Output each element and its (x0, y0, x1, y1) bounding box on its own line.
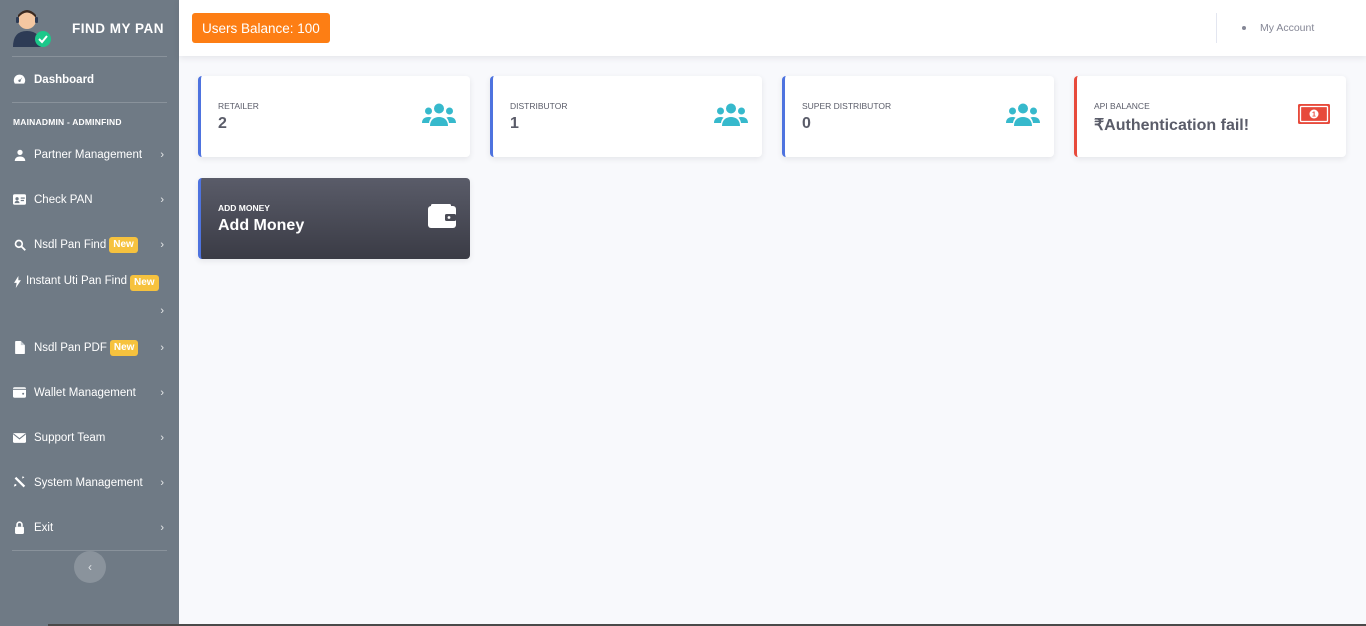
sidebar-item-nsdl-pan-find[interactable]: Nsdl Pan Find New › (0, 222, 179, 267)
bolt-icon (13, 275, 21, 288)
topbar: Users Balance: 100 My Account (179, 0, 1366, 56)
my-account-label: My Account (1260, 22, 1315, 34)
sidebar-item-dashboard[interactable]: Dashboard (0, 57, 179, 102)
users-balance-button[interactable]: Users Balance: 100 (192, 13, 330, 43)
card-distributor[interactable]: DISTRIBUTOR 1 (490, 76, 762, 157)
sidebar-item-label: Dashboard (34, 73, 95, 86)
card-retailer[interactable]: RETAILER 2 (198, 76, 470, 157)
sidebar-item-label: Instant Uti Pan Find (26, 275, 127, 287)
sidebar-item-exit[interactable]: Exit › (0, 505, 179, 550)
envelope-icon (13, 431, 26, 444)
sidebar-item-label: Exit (34, 521, 54, 534)
chevron-right-icon: › (160, 238, 164, 251)
card-value: Add Money (218, 217, 305, 234)
chevron-right-icon: › (160, 193, 164, 206)
sidebar-item-label: Check PAN (34, 193, 93, 206)
users-icon (714, 102, 748, 131)
sidebar-item-check-pan[interactable]: Check PAN › (0, 177, 179, 222)
money-bill-icon: 1 (1298, 104, 1330, 129)
card-label: DISTRIBUTOR (510, 101, 568, 111)
sidebar-item-partner-management[interactable]: Partner Management › (0, 132, 179, 177)
tachometer-icon (13, 73, 26, 86)
bullet-icon (1242, 26, 1246, 30)
chevron-right-icon: › (160, 386, 164, 399)
chevron-left-icon: ‹ (88, 560, 92, 574)
sidebar: FIND MY PAN Dashboard MAINADMIN - ADMINF… (0, 0, 179, 626)
sidebar-item-nsdl-pan-pdf[interactable]: Nsdl Pan PDF New › (0, 325, 179, 370)
new-badge: New (130, 275, 159, 291)
sidebar-item-label: Support Team (34, 431, 106, 444)
card-label: ADD MONEY (218, 203, 270, 213)
card-value: 2 (218, 115, 227, 132)
sidebar-item-label: Nsdl Pan Find (34, 238, 107, 251)
new-badge: New (109, 339, 139, 356)
card-super-distributor[interactable]: SUPER DISTRIBUTOR 0 (782, 76, 1054, 157)
search-icon (13, 238, 26, 251)
svg-text:1: 1 (1312, 112, 1316, 119)
sidebar-item-wallet-management[interactable]: Wallet Management › (0, 370, 179, 415)
sidebar-heading: MAINADMIN - ADMINFIND (13, 117, 122, 127)
chevron-right-icon: › (160, 521, 164, 534)
chevron-right-icon: › (160, 431, 164, 444)
card-add-money[interactable]: ADD MONEY Add Money (198, 178, 470, 259)
sidebar-toggle-button[interactable]: ‹ (74, 551, 106, 583)
chevron-right-icon: › (160, 341, 164, 354)
wallet-icon (13, 386, 26, 399)
new-badge: New (109, 236, 138, 253)
user-icon (13, 148, 26, 161)
sidebar-item-instant-uti-pan-find[interactable]: Instant Uti Pan Find New › (0, 267, 179, 325)
chevron-right-icon: › (160, 476, 164, 489)
lock-icon (13, 521, 26, 534)
card-label: SUPER DISTRIBUTOR (802, 101, 892, 111)
card-value: ₹Authentication fail! (1094, 117, 1250, 134)
card-value: 0 (802, 115, 811, 132)
chevron-right-icon: › (160, 305, 164, 317)
tools-icon (13, 476, 26, 489)
file-icon (13, 341, 26, 354)
wallet-icon (428, 204, 456, 233)
sidebar-item-label: Nsdl Pan PDF (34, 341, 107, 354)
sidebar-item-label: Partner Management (34, 148, 143, 161)
chevron-right-icon: › (160, 148, 164, 161)
card-label: API BALANCE (1094, 101, 1150, 111)
id-card-icon (13, 193, 26, 206)
sidebar-item-label: System Management (34, 476, 143, 489)
sidebar-item-label: Wallet Management (34, 386, 136, 399)
topbar-divider (1216, 13, 1217, 43)
card-api-balance[interactable]: API BALANCE ₹Authentication fail! 1 (1074, 76, 1346, 157)
card-value: 1 (510, 115, 519, 132)
sidebar-item-system-management[interactable]: System Management › (0, 460, 179, 505)
users-icon (1006, 102, 1040, 131)
brand[interactable]: FIND MY PAN (0, 0, 179, 56)
my-account-menu[interactable]: My Account (1242, 0, 1314, 56)
users-icon (422, 102, 456, 131)
card-label: RETAILER (218, 101, 259, 111)
brand-logo-icon (12, 7, 54, 49)
sidebar-item-support-team[interactable]: Support Team › (0, 415, 179, 460)
brand-name: FIND MY PAN (71, 20, 164, 36)
